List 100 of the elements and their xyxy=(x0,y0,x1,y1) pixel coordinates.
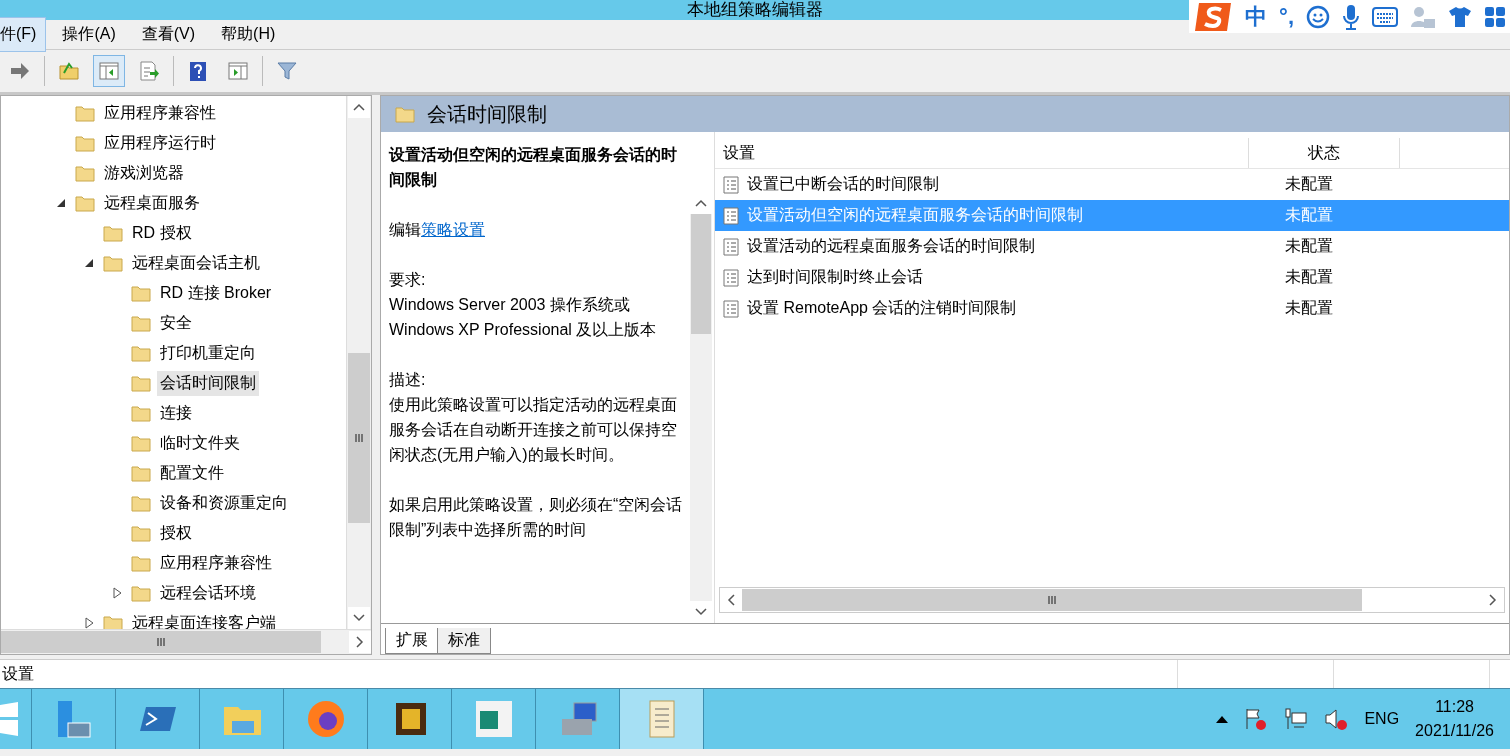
description-label: 描述: xyxy=(389,371,426,388)
tree-item[interactable]: 会话时间限制 xyxy=(157,370,259,396)
policy-heading: 设置活动但空闲的远程桌面服务会话的时间限制 xyxy=(389,145,678,190)
folder-icon xyxy=(131,314,151,332)
punctuation-toggle[interactable]: °, xyxy=(1279,3,1294,30)
folder-icon xyxy=(131,584,151,602)
tree-item[interactable]: 授权 xyxy=(157,520,195,546)
start-button[interactable] xyxy=(0,689,32,749)
collapsed-arrow-icon[interactable] xyxy=(113,587,123,599)
smiley-icon[interactable] xyxy=(1306,4,1330,29)
folder-icon xyxy=(75,164,95,182)
vertical-scrollbar[interactable] xyxy=(346,96,371,629)
setting-name: 设置活动但空闲的远程桌面服务会话的时间限制 xyxy=(747,205,1083,225)
tree-item[interactable]: 远程桌面服务 xyxy=(101,190,203,216)
keyboard-icon[interactable] xyxy=(1372,6,1398,27)
column-header[interactable]: 设置 xyxy=(715,138,1249,168)
tree-item[interactable]: 安全 xyxy=(157,310,195,336)
flag-warning-icon[interactable] xyxy=(1244,707,1269,731)
expanded-arrow-icon[interactable] xyxy=(85,257,95,269)
horizontal-scrollbar[interactable] xyxy=(1,629,371,654)
scroll-up-icon[interactable] xyxy=(695,197,707,209)
export-list-icon xyxy=(138,60,160,82)
scroll-right-icon[interactable] xyxy=(1487,594,1499,606)
folder-icon xyxy=(131,524,151,542)
requirements-text: Windows Server 2003 操作系统或 Windows XP Professional 及以上版本 xyxy=(389,296,657,338)
menu-item[interactable]: 帮助(H) xyxy=(211,17,286,52)
folder-icon xyxy=(131,404,151,422)
tree-item[interactable]: RD 授权 xyxy=(129,220,195,246)
policy-settings-link[interactable]: 策略设置 xyxy=(421,221,485,238)
menu-item[interactable]: 件(F) xyxy=(0,17,47,52)
scroll-left-icon[interactable] xyxy=(725,594,737,606)
view-tab[interactable]: 扩展 xyxy=(385,628,439,654)
policy-row[interactable]: 设置活动的远程桌面服务会话的时间限制 未配置 xyxy=(715,231,1509,262)
tree-pane-icon xyxy=(98,60,120,82)
sogou-logo-icon[interactable] xyxy=(1193,0,1234,33)
description-text: 使用此策略设置可以指定活动的远程桌面服务会话在自动断开连接之前可以保持空闲状态(无用户输入)的最长时间。 xyxy=(389,396,677,463)
edit-policy-text: 编辑策略设置 xyxy=(389,220,486,240)
tree-item[interactable]: 临时文件夹 xyxy=(157,430,243,456)
tree-item[interactable]: 应用程序兼容性 xyxy=(157,550,275,576)
policy-document-icon xyxy=(723,206,739,225)
folder-icon xyxy=(131,464,151,482)
scroll-down-icon[interactable] xyxy=(353,612,365,624)
policy-row[interactable]: 设置 RemoteApp 会话的注销时间限制 未配置 xyxy=(715,293,1509,324)
policy-row[interactable]: 设置已中断会话的时间限制 未配置 xyxy=(715,169,1509,200)
tree-item[interactable]: 连接 xyxy=(157,400,195,426)
tree-item[interactable]: 游戏浏览器 xyxy=(101,160,187,186)
menu-item[interactable]: 查看(V) xyxy=(131,17,206,52)
scroll-down-icon[interactable] xyxy=(695,606,707,618)
microphone-icon[interactable] xyxy=(1342,3,1360,30)
tree-item[interactable]: 应用程序运行时 xyxy=(101,130,219,156)
network-icon[interactable] xyxy=(1284,707,1309,731)
tree-item[interactable]: 应用程序兼容性 xyxy=(101,100,219,126)
input-mode-toggle[interactable]: 中 xyxy=(1245,1,1268,32)
requirements-label: 要求: xyxy=(389,271,426,288)
column-header[interactable]: 状态 xyxy=(1249,138,1400,168)
setting-name: 设置 RemoteApp 会话的注销时间限制 xyxy=(747,298,1017,318)
folder-icon xyxy=(103,224,123,242)
shirt-icon[interactable] xyxy=(1448,4,1472,29)
tree-item[interactable]: 打印机重定向 xyxy=(157,340,259,366)
folder-icon xyxy=(75,104,95,122)
policy-document-icon xyxy=(723,299,739,318)
view-tab[interactable]: 标准 xyxy=(437,628,491,654)
muted-speaker-icon[interactable] xyxy=(1324,707,1349,731)
setting-state: 未配置 xyxy=(1284,205,1334,225)
folder-icon xyxy=(131,494,151,512)
vertical-scrollbar[interactable] xyxy=(690,192,712,623)
window-title: 本地组策略编辑器 xyxy=(687,0,823,20)
setting-state: 未配置 xyxy=(1284,267,1334,287)
folder-icon xyxy=(131,344,151,362)
setting-name: 达到时间限制时终止会话 xyxy=(747,267,923,287)
policy-document-icon xyxy=(723,268,739,287)
grip-icon xyxy=(156,637,166,647)
setting-state: 未配置 xyxy=(1284,174,1334,194)
policy-row[interactable]: 达到时间限制时终止会话 未配置 xyxy=(715,262,1509,293)
tray-expand-icon[interactable] xyxy=(1216,715,1229,723)
setting-name: 设置已中断会话的时间限制 xyxy=(747,174,939,194)
clock[interactable]: 11:28 2021/11/26 xyxy=(1415,695,1494,743)
tree-item[interactable]: 远程桌面连接客户端 xyxy=(129,610,279,629)
setting-state: 未配置 xyxy=(1284,298,1334,318)
grid-icon[interactable] xyxy=(1484,5,1506,28)
tree-item[interactable]: 远程桌面会话主机 xyxy=(129,250,263,276)
filter-icon xyxy=(276,60,298,82)
language-indicator[interactable]: ENG xyxy=(1364,710,1400,728)
menu-item[interactable]: 操作(A) xyxy=(52,17,126,52)
tree-item[interactable]: 配置文件 xyxy=(157,460,227,486)
tree-item[interactable]: 远程会话环境 xyxy=(157,580,259,606)
tree-item[interactable]: RD 连接 Broker xyxy=(157,280,275,306)
tree-item[interactable]: 设备和资源重定向 xyxy=(157,490,291,516)
folder-icon xyxy=(131,554,151,572)
collapsed-arrow-icon[interactable] xyxy=(85,617,95,629)
setting-name: 设置活动的远程桌面服务会话的时间限制 xyxy=(747,236,1035,256)
scroll-up-icon[interactable] xyxy=(353,101,365,113)
windows-logo-icon xyxy=(0,699,20,739)
expanded-arrow-icon[interactable] xyxy=(57,197,67,209)
scroll-right-icon[interactable] xyxy=(354,636,366,648)
folder-icon xyxy=(75,134,95,152)
panel-title: 会话时间限制 xyxy=(427,101,547,127)
folder-icon xyxy=(131,374,151,392)
horizontal-scrollbar[interactable] xyxy=(719,587,1505,613)
policy-document-icon xyxy=(723,175,739,194)
